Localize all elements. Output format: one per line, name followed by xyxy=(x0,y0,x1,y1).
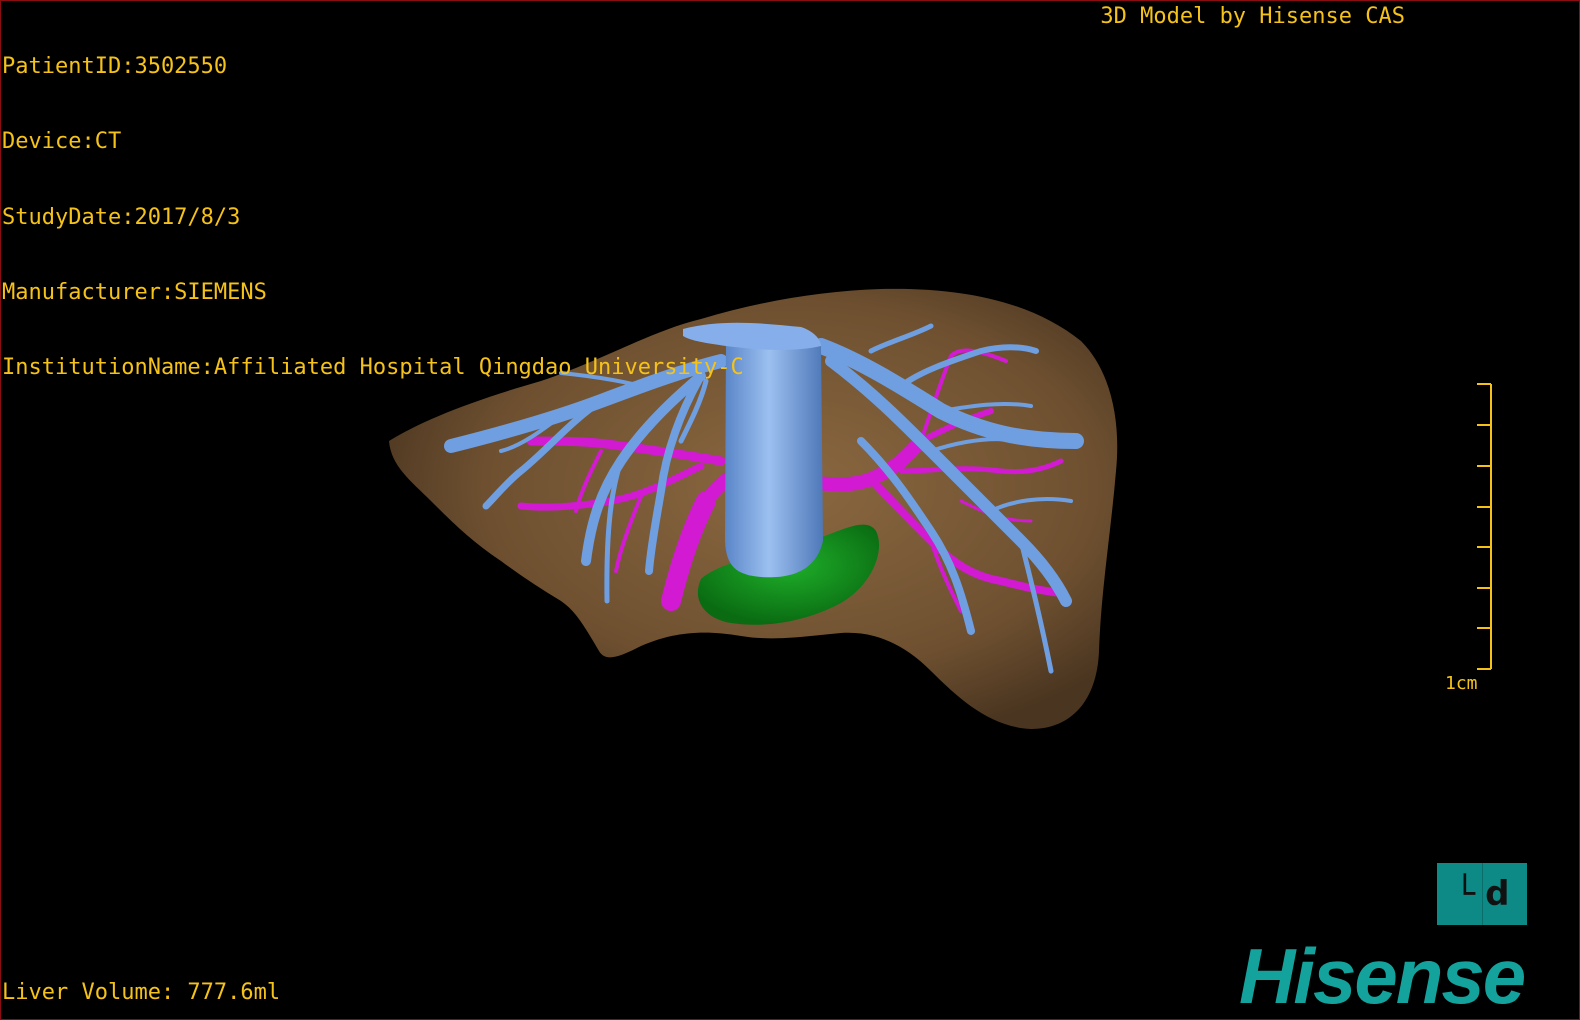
manufacturer-text: Manufacturer:SIEMENS xyxy=(2,279,267,305)
patient-id-text: PatientID:3502550 xyxy=(2,54,228,79)
orientation-cube[interactable]: └ d xyxy=(1437,863,1527,925)
scale-label: 1cm xyxy=(1445,673,1478,694)
liver-volume-text: Liver Volume: 777.6ml xyxy=(2,980,281,1005)
model-credit: 3D Model by Hisense CAS xyxy=(1100,4,1405,29)
3d-viewport[interactable]: PatientID:3502550 Device:CT StudyDate:20… xyxy=(0,0,1580,1020)
orientation-left-glyph: └ xyxy=(1454,874,1476,914)
hisense-logo: Hisense xyxy=(1239,932,1526,1020)
orientation-cube-divider xyxy=(1482,863,1483,925)
orientation-right-glyph: d xyxy=(1485,874,1510,914)
scale-bar xyxy=(1477,383,1492,670)
study-date-text: StudyDate:2017/8/3 xyxy=(2,204,241,230)
patient-info-overlay: PatientID:3502550 Device:CT StudyDate:20… xyxy=(2,4,744,430)
institution-text: InstitutionName:Affiliated Hospital Qing… xyxy=(2,355,744,381)
device-text: Device:CT xyxy=(2,129,122,155)
